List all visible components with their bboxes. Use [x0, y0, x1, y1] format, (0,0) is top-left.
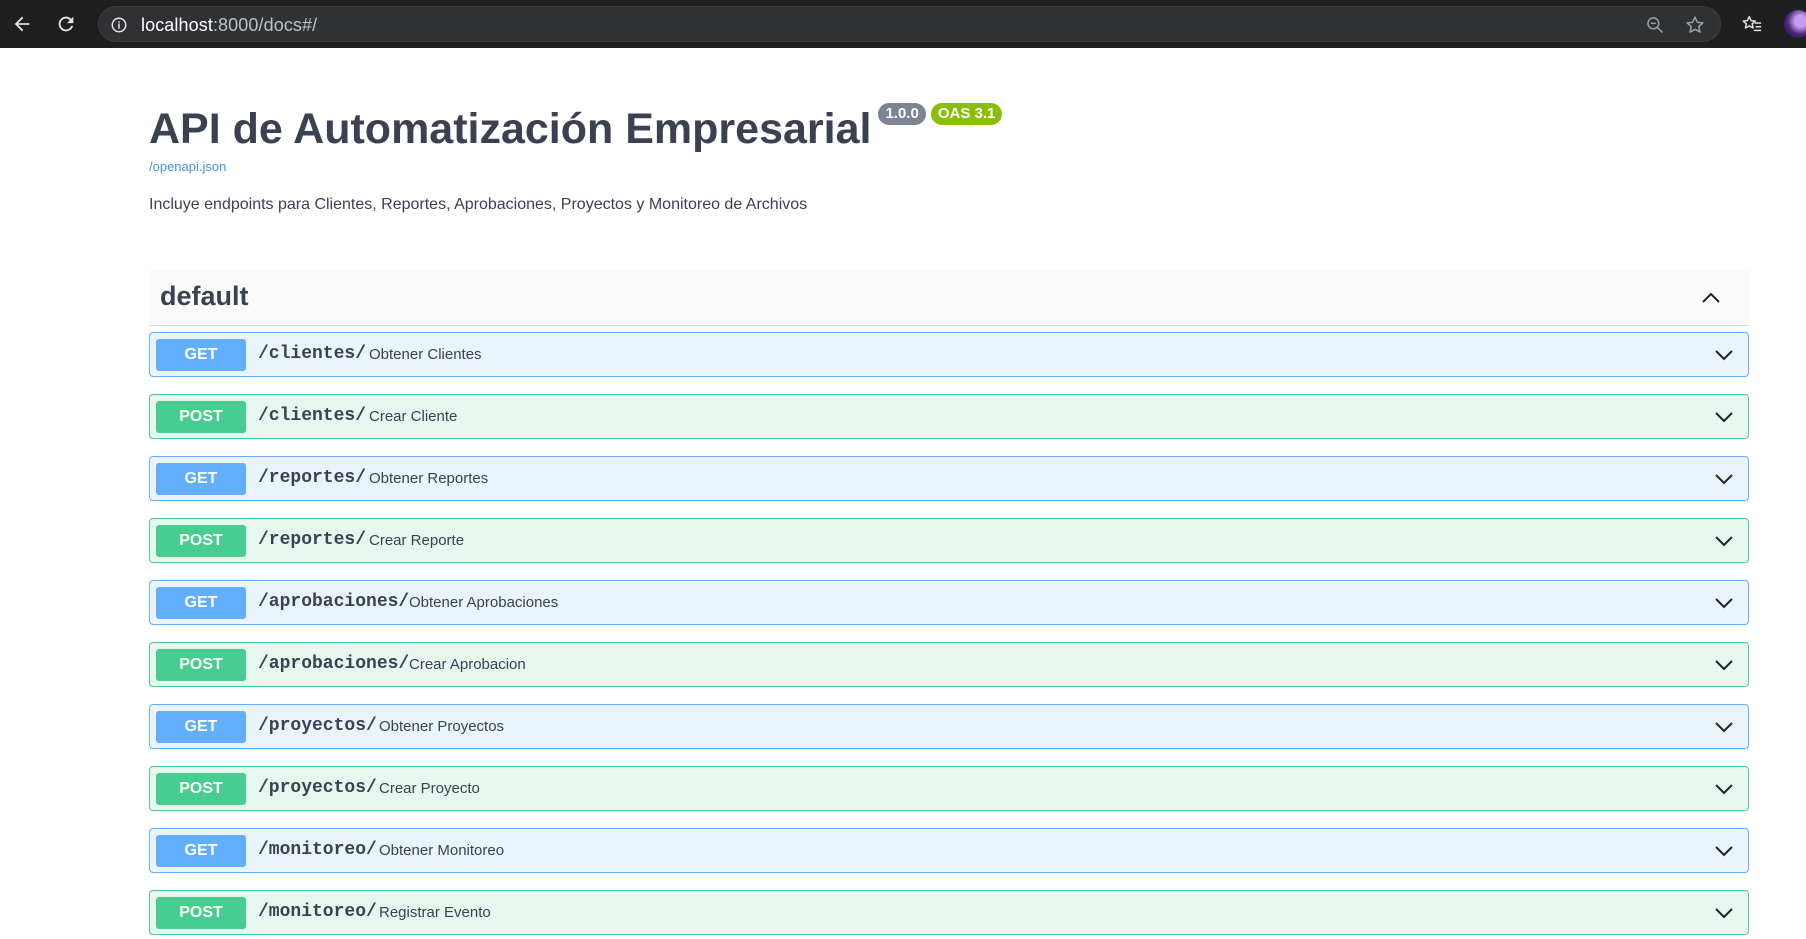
- operation-row[interactable]: GET /monitoreo/ Obtener Monitoreo: [149, 828, 1749, 873]
- oas-badge: OAS 3.1: [930, 103, 1003, 125]
- operation-path: /clientes/: [258, 406, 367, 426]
- operation-row[interactable]: GET /aprobaciones/ Obtener Aprobaciones: [149, 580, 1749, 625]
- method-badge: POST: [156, 401, 246, 433]
- operation-summary: Obtener Proyectos: [379, 718, 505, 735]
- method-badge: POST: [156, 525, 246, 557]
- api-description: Incluye endpoints para Clientes, Reporte…: [149, 196, 808, 213]
- method-badge: POST: [156, 897, 246, 929]
- operation-summary: Crear Proyecto: [379, 780, 480, 797]
- operation-summary: Obtener Monitoreo: [379, 842, 505, 859]
- operation-row[interactable]: POST /aprobaciones/ Crear Aprobacion: [149, 642, 1749, 687]
- operation-path: /reportes/: [258, 530, 367, 550]
- operation-path: /proyectos/: [258, 778, 377, 798]
- url-host: localhost: [141, 15, 213, 35]
- method-badge: GET: [156, 587, 246, 619]
- operation-path: /reportes/: [258, 468, 367, 488]
- operation-row[interactable]: GET /reportes/ Obtener Reportes: [149, 456, 1749, 501]
- operation-summary: Registrar Evento: [379, 904, 491, 921]
- operation-row[interactable]: GET /proyectos/ Obtener Proyectos: [149, 704, 1749, 749]
- chevron-down-icon[interactable]: [1712, 467, 1736, 491]
- chevron-down-icon[interactable]: [1712, 715, 1736, 739]
- operation-summary: Crear Cliente: [369, 408, 458, 425]
- chevron-down-icon[interactable]: [1712, 901, 1736, 925]
- section-title: default: [160, 281, 249, 311]
- openapi-json-link[interactable]: /openapi.json: [149, 159, 1002, 174]
- chevron-down-icon[interactable]: [1712, 839, 1736, 863]
- operation-path: /aprobaciones/: [258, 592, 410, 612]
- chevron-down-icon[interactable]: [1712, 529, 1736, 553]
- section-header[interactable]: default: [149, 270, 1749, 326]
- method-badge: POST: [156, 773, 246, 805]
- url-path: :8000/docs#/: [212, 15, 318, 35]
- method-badge: GET: [156, 463, 246, 495]
- api-title: API de Automatización Empresarial: [149, 105, 872, 153]
- method-badge: GET: [156, 835, 246, 867]
- method-badge: GET: [156, 339, 246, 371]
- operation-row[interactable]: GET /clientes/ Obtener Clientes: [149, 332, 1749, 377]
- site-info-icon[interactable]: [109, 15, 129, 35]
- operation-path: /clientes/: [258, 344, 367, 364]
- back-arrow-icon: [14, 16, 30, 32]
- reload-icon: [58, 16, 74, 32]
- reload-button[interactable]: [50, 8, 82, 40]
- browser-toolbar: localhost:8000/docs#/: [0, 0, 1806, 48]
- operation-path: /proyectos/: [258, 716, 377, 736]
- bookmark-star-icon[interactable]: [1684, 14, 1706, 36]
- zoom-icon[interactable]: [1644, 14, 1666, 36]
- operation-row[interactable]: POST /reportes/ Crear Reporte: [149, 518, 1749, 563]
- back-button[interactable]: [6, 8, 38, 40]
- chevron-up-icon[interactable]: [1699, 286, 1723, 310]
- favorites-icon[interactable]: [1740, 12, 1764, 36]
- address-bar[interactable]: localhost:8000/docs#/: [98, 6, 1721, 42]
- operation-path: /aprobaciones/: [258, 654, 410, 674]
- chevron-down-icon[interactable]: [1712, 343, 1736, 367]
- api-info: API de Automatización Empresarial 1.0.0 …: [149, 103, 1003, 214]
- tag-section-default: default GET /clientes/ Obtener Clientes …: [149, 270, 1749, 935]
- version-badge: 1.0.0: [878, 103, 926, 125]
- chevron-down-icon[interactable]: [1712, 653, 1736, 677]
- operation-path: /monitoreo/: [258, 902, 377, 922]
- operation-row[interactable]: POST /monitoreo/ Registrar Evento: [149, 890, 1749, 935]
- url-text: localhost:8000/docs#/: [141, 15, 317, 36]
- chevron-down-icon[interactable]: [1712, 591, 1736, 615]
- operation-summary: Obtener Clientes: [369, 346, 482, 363]
- method-badge: GET: [156, 711, 246, 743]
- title-row: API de Automatización Empresarial 1.0.0 …: [149, 103, 1003, 155]
- operation-path: /monitoreo/: [258, 840, 377, 860]
- profile-avatar[interactable]: [1784, 10, 1806, 38]
- method-badge: POST: [156, 649, 246, 681]
- operation-summary: Obtener Aprobaciones: [409, 594, 559, 611]
- operation-summary: Crear Reporte: [369, 532, 465, 549]
- chevron-down-icon[interactable]: [1712, 405, 1736, 429]
- swagger-page: API de Automatización Empresarial 1.0.0 …: [2, 48, 1806, 939]
- operation-summary: Obtener Reportes: [369, 470, 489, 487]
- operation-row[interactable]: POST /clientes/ Crear Cliente: [149, 394, 1749, 439]
- chevron-down-icon[interactable]: [1712, 777, 1736, 801]
- operation-summary: Crear Aprobacion: [409, 656, 526, 673]
- operation-row[interactable]: POST /proyectos/ Crear Proyecto: [149, 766, 1749, 811]
